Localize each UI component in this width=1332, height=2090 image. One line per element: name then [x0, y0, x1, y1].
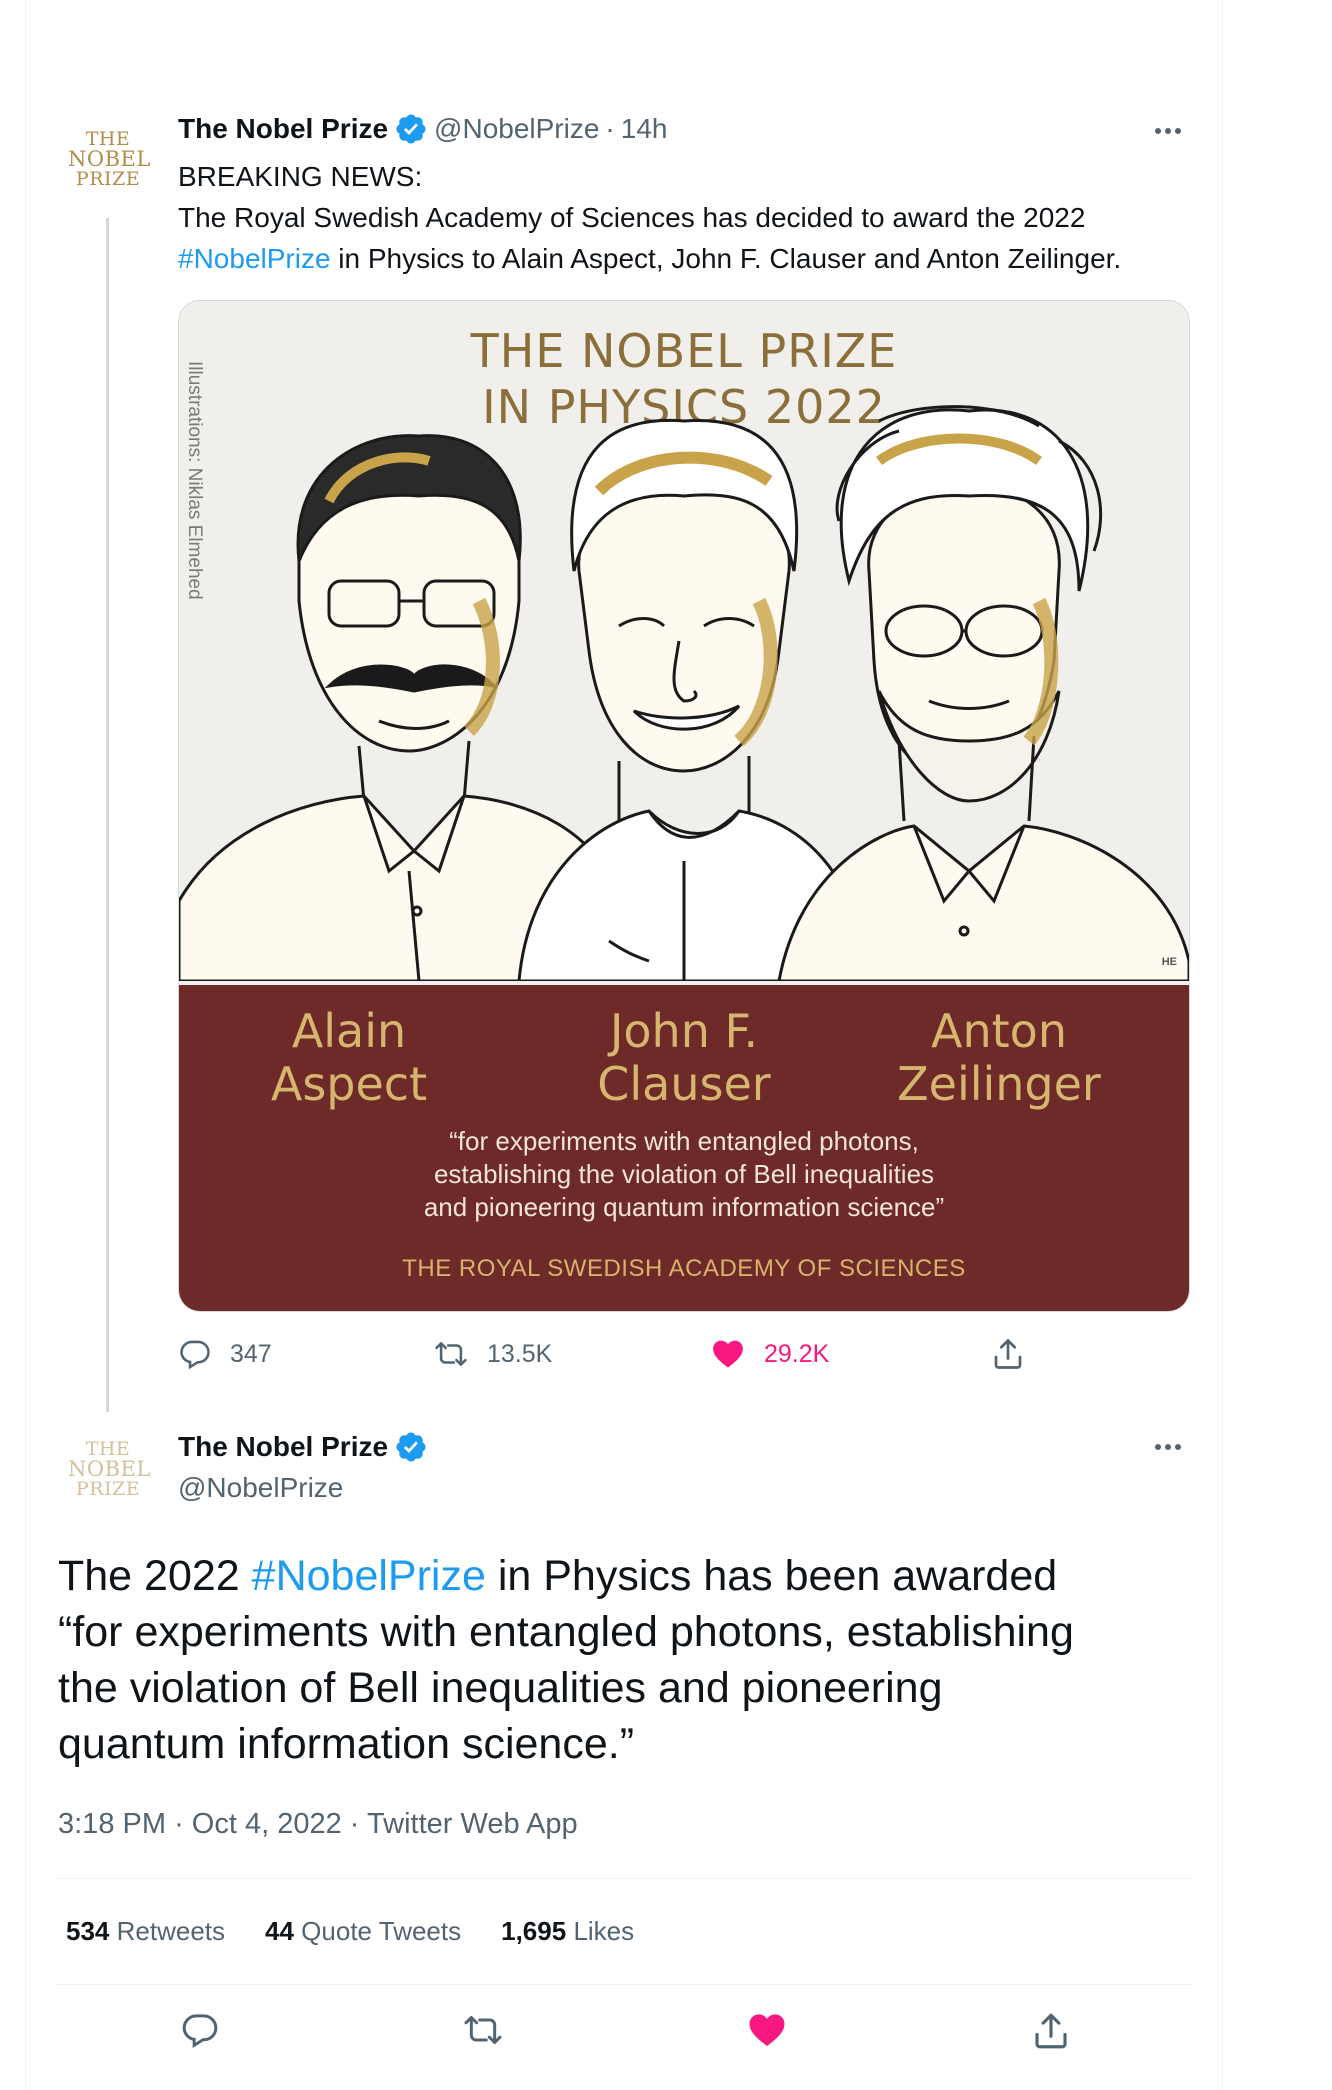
share-button[interactable] — [1030, 2010, 1072, 2057]
tweet-text-segment: The 2022 — [58, 1552, 252, 1600]
quote-tweets-stat[interactable]: 44 Quote Tweets — [265, 1916, 461, 1947]
verified-badge-icon — [396, 114, 426, 144]
likes-label: Likes — [573, 1916, 635, 1946]
tweet-text-line: The Royal Swedish Academy of Sciences ha… — [178, 202, 1086, 233]
avatar-line: PRIZE — [75, 168, 141, 190]
laureate-first-name: Alain — [291, 1004, 407, 1058]
thread-connector-line — [106, 218, 109, 1412]
like-button[interactable]: 29.2K — [710, 1334, 829, 1374]
share-button[interactable] — [990, 1334, 1026, 1374]
tweet-text-line: the violation of Bell inequalities and p… — [58, 1664, 943, 1712]
laureate-portraits-illustration — [179, 405, 1189, 981]
quote-tweets-count: 44 — [265, 1916, 294, 1946]
quote-tweets-label: Quote Tweets — [301, 1916, 462, 1946]
illustrator-monogram: HE — [1161, 956, 1177, 968]
tweet-text-line: “for experiments with entangled photons,… — [58, 1608, 1074, 1656]
tweet-metadata: 3:18 PM · Oct 4, 2022 · Twitter Web App — [58, 1808, 578, 1841]
hashtag-link[interactable]: #NobelPrize — [178, 243, 331, 274]
laureate-first-name: Anton — [931, 1004, 1067, 1058]
separator-dot: · — [174, 1808, 184, 1840]
avatar-line: NOBEL — [68, 147, 151, 171]
laureate-name: John F. Clauser — [554, 1005, 814, 1111]
avatar-line: PRIZE — [75, 1478, 141, 1500]
tweet-text-segment: in Physics to Alain Aspect, John F. Clau… — [330, 243, 1122, 274]
handle[interactable]: @NobelPrize — [178, 1472, 343, 1504]
citation-line: and pioneering quantum information scien… — [423, 1192, 945, 1222]
tweet1-text: BREAKING NEWS: The Royal Swedish Academy… — [178, 156, 1208, 279]
laureate-last-name: Aspect — [270, 1057, 428, 1111]
laureate-name: Alain Aspect — [219, 1005, 479, 1111]
laureate-first-name: John F. — [609, 1004, 759, 1058]
likes-stat[interactable]: 1,695 Likes — [501, 1916, 634, 1947]
tweet-text-segment: in Physics has been awarded — [485, 1552, 1058, 1600]
retweet-button[interactable]: 13.5K — [433, 1334, 552, 1374]
separator-dot: · — [349, 1808, 360, 1840]
share-icon — [1035, 2013, 1067, 2049]
heart-filled-icon — [749, 2014, 785, 2046]
reply-icon — [182, 2014, 218, 2049]
tweet2-header: The Nobel Prize — [178, 1430, 434, 1464]
heart-filled-icon — [713, 1340, 743, 1368]
like-count: 29.2K — [764, 1339, 830, 1368]
handle[interactable]: @NobelPrize — [434, 113, 599, 145]
retweets-label: Retweets — [116, 1916, 226, 1946]
verified-badge-icon — [396, 1432, 426, 1462]
laureates-band: Alain Aspect John F. Clauser Anton Zeili… — [179, 985, 1189, 1311]
retweets-count: 534 — [66, 1916, 110, 1946]
like-button[interactable] — [746, 2010, 788, 2055]
reply-button[interactable] — [180, 2010, 220, 2055]
tweet1-action-bar: 347 13.5K 29.2K — [178, 1334, 1038, 1374]
tweet1-header: The Nobel Prize @NobelPrize · 14h — [178, 112, 667, 146]
tweet-time[interactable]: 3:18 PM — [58, 1808, 166, 1840]
laureate-name: Anton Zeilinger — [859, 1005, 1139, 1111]
timeline-border-right — [1222, 0, 1223, 2090]
academy-name: THE ROYAL SWEDISH ACADEMY OF SCIENCES — [402, 1255, 966, 1282]
reply-count: 347 — [230, 1339, 272, 1368]
tweet-source[interactable]: Twitter Web App — [367, 1808, 578, 1840]
reply-button[interactable]: 347 — [178, 1334, 272, 1374]
tweet-date[interactable]: Oct 4, 2022 — [192, 1808, 342, 1840]
separator-dot: · — [605, 113, 615, 144]
portrait-anton-zeilinger — [777, 405, 1189, 981]
tweet-age[interactable]: 14h — [621, 113, 668, 145]
retweet-button[interactable] — [462, 2010, 504, 2055]
citation-line: establishing the violation of Bell inequ… — [433, 1159, 935, 1189]
prize-citation: “for experiments with entangled photons,… — [179, 1125, 1189, 1224]
likes-count: 1,695 — [501, 1916, 567, 1946]
tweet2-text: The 2022 #NobelPrize in Physics has been… — [58, 1548, 1198, 1772]
engagement-stats: 534 Retweets 44 Quote Tweets 1,695 Likes — [66, 1916, 634, 1947]
retweet-icon — [435, 1342, 467, 1366]
retweet-icon — [464, 2016, 502, 2044]
laureate-last-name: Clauser — [597, 1057, 771, 1111]
divider — [58, 1878, 1192, 1879]
more-horizontal-icon[interactable] — [1155, 1444, 1181, 1450]
reply-icon — [180, 1340, 210, 1370]
citation-line: “for experiments with entangled photons, — [449, 1126, 919, 1156]
avatar-line: NOBEL — [68, 1457, 151, 1481]
display-name[interactable]: The Nobel Prize — [178, 1431, 388, 1463]
timeline-border-left — [25, 0, 26, 2090]
divider — [58, 1984, 1192, 1985]
media-title-line: THE NOBEL PRIZE — [470, 324, 898, 378]
retweet-count: 13.5K — [487, 1339, 553, 1368]
share-icon — [994, 1339, 1022, 1369]
tweet-text-line: The 2022 #NobelPrize in Physics has been… — [58, 1548, 1198, 1604]
laureate-last-name: Zeilinger — [897, 1057, 1101, 1111]
retweets-stat[interactable]: 534 Retweets — [66, 1916, 225, 1947]
tweet-media-image[interactable]: THE NOBEL PRIZE IN PHYSICS 2022 Illustra… — [178, 300, 1190, 1312]
tweet-text-line: #NobelPrize in Physics to Alain Aspect, … — [178, 238, 1208, 279]
tweet-text-line: BREAKING NEWS: — [178, 161, 423, 192]
tweet2-action-bar — [0, 2010, 1332, 2060]
more-horizontal-icon[interactable] — [1155, 128, 1181, 134]
display-name[interactable]: The Nobel Prize — [178, 113, 388, 145]
avatar-nobel-prize[interactable]: THE NOBEL PRIZE — [68, 130, 151, 210]
tweet-text-line: quantum information science.” — [58, 1720, 635, 1768]
avatar-nobel-prize[interactable]: THE NOBEL PRIZE — [68, 1440, 151, 1520]
tweet2-handle-row: @NobelPrize — [178, 1472, 343, 1504]
hashtag-link[interactable]: #NobelPrize — [252, 1552, 486, 1600]
